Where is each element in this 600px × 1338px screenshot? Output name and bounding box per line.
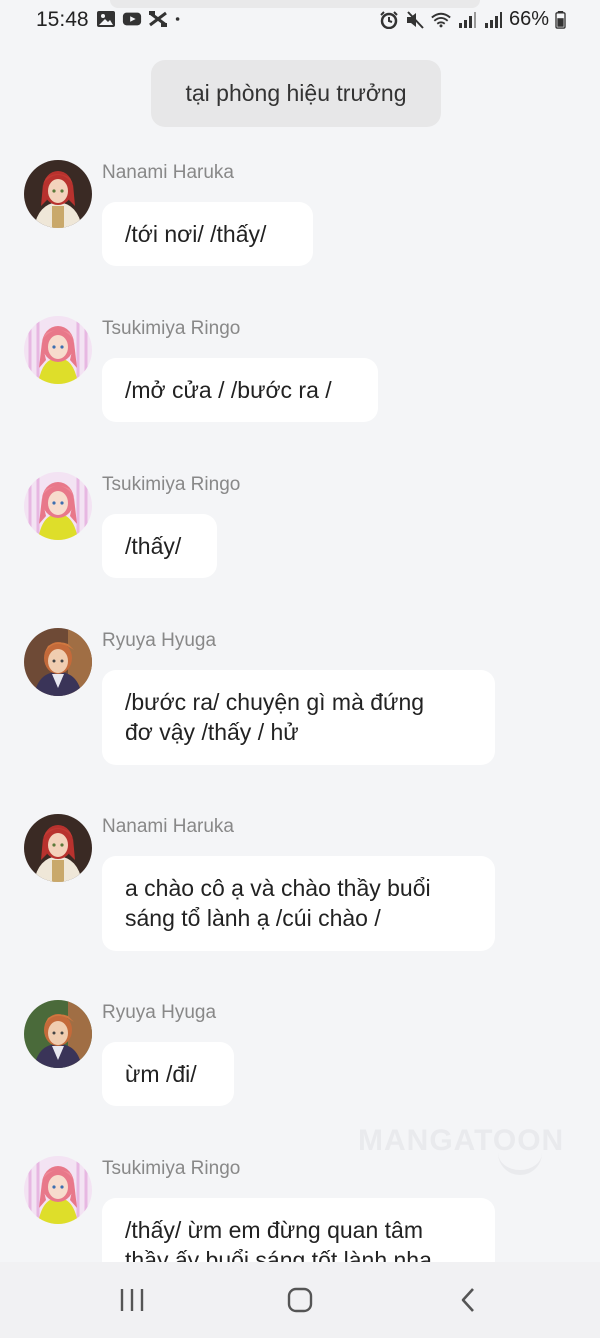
gallery-icon [97,11,115,27]
signal-icon [458,11,476,28]
message-text-line: /thấy/ ừm em đừng quan tâm [125,1217,423,1243]
chat-message: Tsukimiya Ringo /mở cửa / /bước ra / [0,316,600,426]
chat-message: Nanami Haruka /tới nơi/ /thấy/ [0,160,600,270]
youtube-icon [122,12,142,26]
sender-name: Tsukimiya Ringo [102,1158,241,1179]
avatar[interactable] [24,1000,92,1068]
message-text-line: a chào cô ạ và chào thầy buổi [125,875,431,901]
status-bar: 15:48 66% [0,0,600,40]
dot-icon [175,17,180,21]
message-text: /tới nơi/ /thấy/ [125,221,267,247]
back-button[interactable] [448,1282,488,1318]
message-bubble[interactable]: a chào cô ạ và chào thầy buổi sáng tổ là… [102,856,495,951]
message-text-line: sáng tổ lành ạ /cúi chào / [125,905,381,931]
message-bubble[interactable]: /bước ra/ chuyện gì mà đứng đơ vậy /thấy… [102,670,495,765]
battery-percent: 66% [508,8,549,30]
avatar[interactable] [24,628,92,696]
sender-name: Nanami Haruka [102,162,234,183]
wifi-icon [431,12,451,27]
chat-message: Tsukimiya Ringo /thấy/ [0,472,600,582]
notification-icons [96,10,186,28]
message-text-line: đơ vậy /thấy / hử [125,719,299,745]
message-bubble[interactable]: /tới nơi/ /thấy/ [102,202,313,266]
recent-apps-button[interactable] [112,1282,152,1318]
message-text: /mở cửa / /bước ra / [125,377,332,403]
sender-name: Tsukimiya Ringo [102,474,241,495]
battery-icon [555,10,566,29]
message-bubble[interactable]: ừm /đi/ [102,1042,234,1106]
avatar[interactable] [24,1156,92,1224]
sender-name: Ryuya Hyuga [102,1002,217,1023]
message-text-line: /bước ra/ chuyện gì mà đứng [125,689,425,715]
message-bubble[interactable]: /thấy/ [102,514,217,578]
top-sheet-edge [110,0,480,8]
system-icons: 66% [379,8,566,31]
sender-name: Nanami Haruka [102,816,234,837]
home-icon [287,1287,313,1313]
chat-screen: 15:48 66% tại phòng hiệu trưởng Nanami H… [0,0,600,1338]
scene-label: tại phòng hiệu trưởng [151,60,441,127]
avatar[interactable] [24,160,92,228]
sender-name: Tsukimiya Ringo [102,318,241,339]
avatar[interactable] [24,316,92,384]
message-bubble[interactable]: /mở cửa / /bước ra / [102,358,378,422]
signal-icon [484,11,502,28]
mute-icon [406,10,424,29]
recent-apps-icon [120,1289,144,1311]
message-text: ừm /đi/ [125,1061,197,1087]
avatar[interactable] [24,814,92,882]
chat-message: Ryuya Hyuga ừm /đi/ [0,1000,600,1110]
home-button[interactable] [280,1282,320,1318]
message-text: /thấy/ [125,533,182,559]
back-icon [461,1288,474,1312]
system-nav-bar [0,1262,600,1338]
status-time: 15:48 [36,8,89,31]
alarm-icon [380,10,398,29]
chat-message: Ryuya Hyuga /bước ra/ chuyện gì mà đứng … [0,628,600,768]
chat-message: Nanami Haruka a chào cô ạ và chào thầy b… [0,814,600,954]
capcut-icon [149,11,167,27]
avatar[interactable] [24,472,92,540]
sender-name: Ryuya Hyuga [102,630,217,651]
